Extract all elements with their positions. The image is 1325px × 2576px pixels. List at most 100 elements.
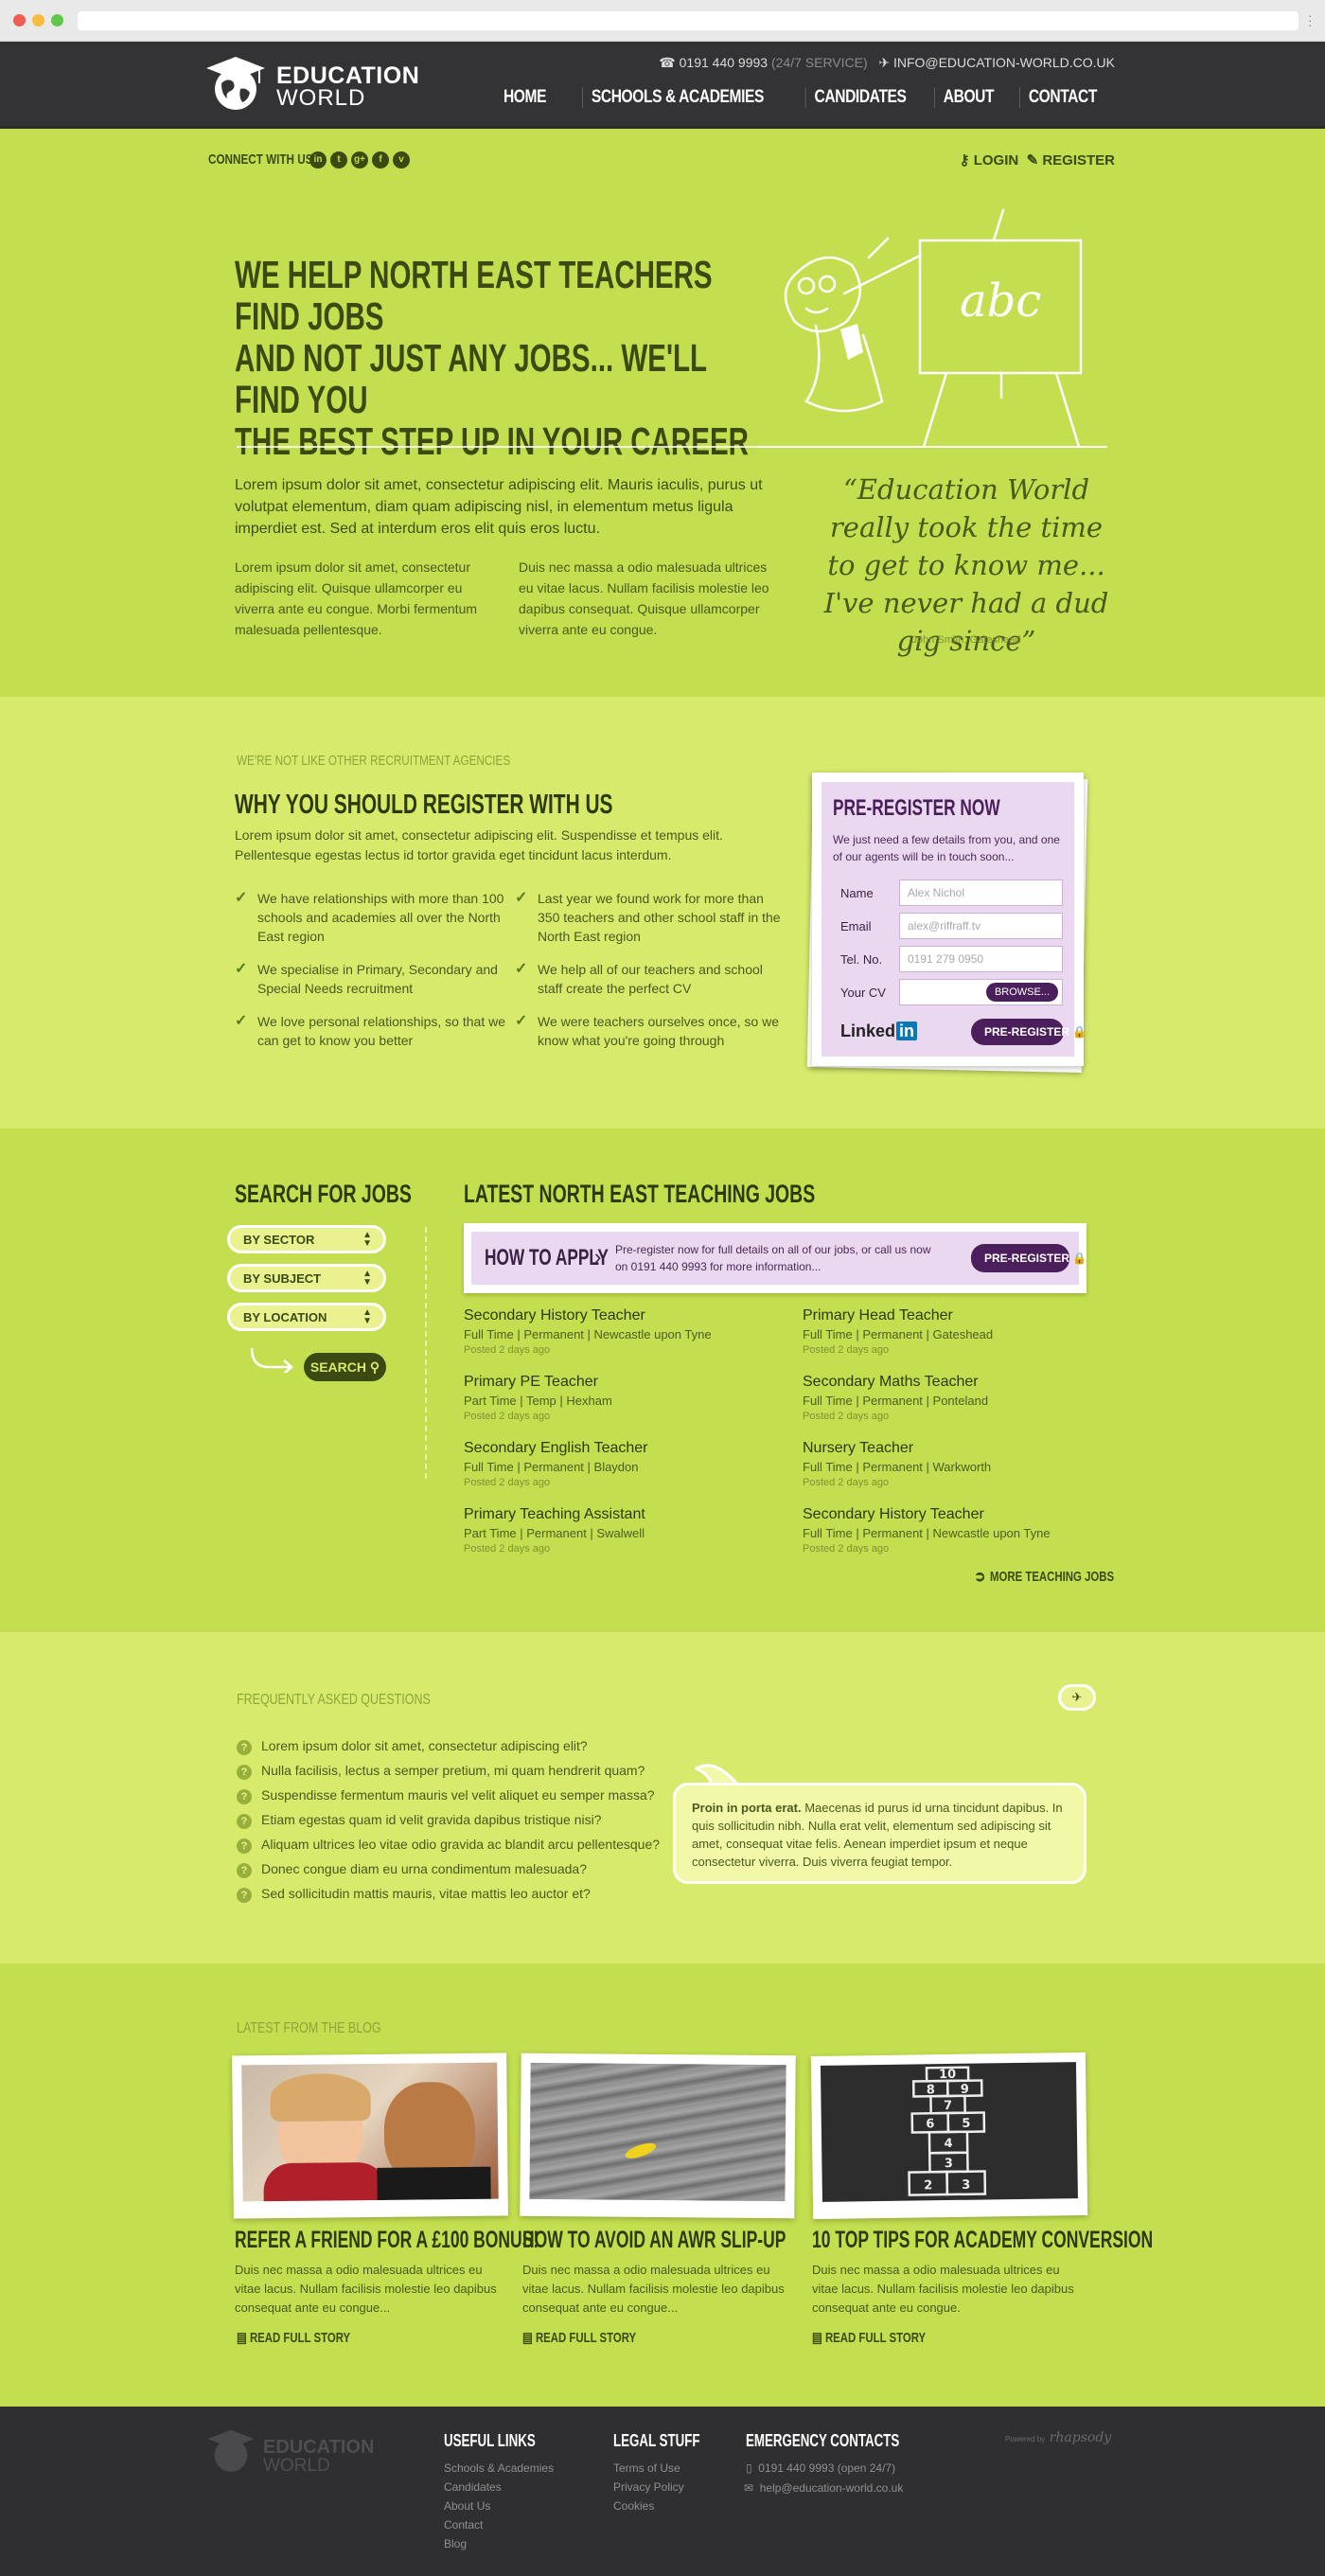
footer-link[interactable]: Terms of Use [613, 2461, 680, 2475]
job-title[interactable]: Primary Head Teacher [803, 1307, 1115, 1324]
job-listing[interactable]: Secondary History Teacher Full Time | Per… [464, 1307, 776, 1356]
footer-link[interactable]: Schools & Academies [444, 2461, 554, 2475]
emergency-email[interactable]: ✉ help@education-world.co.uk [744, 2481, 903, 2495]
job-meta: Full Time | Permanent | Blaydon [464, 1460, 639, 1474]
question-icon: ? [237, 1740, 252, 1755]
emergency-phone[interactable]: ▯ 0191 440 9993 (open 24/7) [746, 2461, 895, 2475]
cv-file-field[interactable]: BROWSE... [899, 979, 1063, 1005]
facebook-icon[interactable]: f [372, 151, 389, 169]
job-title[interactable]: Primary Teaching Assistant [464, 1506, 776, 1523]
name-field[interactable]: Alex Nichol [899, 879, 1063, 906]
sector-select[interactable]: BY SECTOR ▲ ▼ [227, 1225, 386, 1253]
nav-candidates[interactable]: CANDIDATES [804, 87, 915, 108]
vimeo-icon[interactable]: v [393, 151, 410, 169]
read-more-label: READ FULL STORY [824, 2330, 927, 2346]
linkedin-button[interactable]: Linked in [840, 1022, 918, 1041]
job-listing[interactable]: Secondary Maths Teacher Full Time | Perma… [803, 1374, 1115, 1422]
read-more-link[interactable]: ▤ READ FULL STORY [522, 2329, 636, 2346]
nav-about[interactable]: ABOUT [933, 87, 1002, 108]
job-meta: Full Time | Permanent | Newcastle upon T… [464, 1327, 712, 1341]
blog-post-title[interactable]: REFER A FRIEND FOR A £100 BONUS! [235, 2227, 539, 2254]
hero-divider [237, 446, 1107, 448]
jobs-divider [425, 1227, 427, 1479]
job-title[interactable]: Primary PE Teacher [464, 1374, 776, 1391]
job-listing[interactable]: Primary Teaching Assistant Part Time | Pe… [464, 1506, 776, 1554]
footer-link[interactable]: Candidates [444, 2480, 502, 2494]
linkedin-icon[interactable]: in [309, 151, 327, 169]
nav-contact[interactable]: CONTACT [1019, 87, 1105, 108]
browser-menu-icon[interactable]: · · · [1308, 9, 1313, 31]
envelope-icon: ✉ [744, 2481, 754, 2495]
faq-question[interactable]: ? Nulla facilisis, lectus a semper pretiu… [237, 1763, 645, 1780]
job-title[interactable]: Secondary History Teacher [464, 1307, 776, 1324]
preregister-title: PRE-REGISTER NOW [833, 795, 1000, 821]
job-listing[interactable]: Primary Head Teacher Full Time | Permanen… [803, 1307, 1115, 1356]
tel-field[interactable]: 0191 279 0950 [899, 946, 1063, 972]
blog-post-excerpt: Duis nec massa a odio malesuada ultrices… [235, 2263, 497, 2315]
footer-link[interactable]: Blog [444, 2537, 467, 2550]
faq-question[interactable]: ? Donec congue diam eu urna condimentum m… [237, 1861, 587, 1878]
header-email[interactable]: INFO@EDUCATION-WORLD.CO.UK [893, 55, 1115, 70]
twitter-icon[interactable]: t [330, 151, 347, 169]
faq-question[interactable]: ? Lorem ipsum dolor sit amet, consectetur… [237, 1738, 588, 1755]
globe-mortarboard-logo-icon[interactable] [204, 51, 267, 114]
benefit-item: ✓ We were teachers ourselves once, so we … [515, 1012, 786, 1050]
job-title[interactable]: Secondary History Teacher [803, 1506, 1115, 1523]
hopscotch-number: 3 [962, 2178, 970, 2193]
footer-link[interactable]: Privacy Policy [613, 2480, 684, 2494]
header-phone[interactable]: 0191 440 9993 [680, 55, 768, 70]
more-jobs-link[interactable]: ➲ MORE TEACHING JOBS [974, 1568, 1153, 1585]
browse-button[interactable]: BROWSE... [985, 983, 1058, 1002]
faq-question[interactable]: ? Suspendisse fermentum mauris vel velit … [237, 1787, 655, 1804]
close-dot-icon[interactable] [13, 14, 26, 27]
job-title[interactable]: Secondary Maths Teacher [803, 1374, 1115, 1391]
job-meta: Full Time | Permanent | Ponteland [803, 1394, 989, 1408]
read-more-link[interactable]: ▤ READ FULL STORY [237, 2329, 350, 2346]
location-select[interactable]: BY LOCATION ▲ ▼ [227, 1303, 386, 1331]
job-title[interactable]: Nursery Teacher [803, 1440, 1115, 1457]
header-phone-note: (24/7 SERVICE) [770, 55, 868, 70]
blog-photo-frame[interactable]: 10 8 9 7 6 5 4 3 2 3 [810, 2052, 1088, 2220]
minimize-dot-icon[interactable] [32, 14, 44, 27]
preregister-submit-button[interactable]: PRE-REGISTER 🔒 [971, 1019, 1086, 1045]
subject-select[interactable]: BY SUBJECT ▲ ▼ [227, 1264, 386, 1292]
footer-logo-icon[interactable] [206, 2425, 256, 2475]
footer-link[interactable]: Cookies [613, 2499, 654, 2513]
blog-photo-frame[interactable] [232, 2052, 508, 2219]
register-link[interactable]: REGISTER [1042, 152, 1115, 169]
faq-question[interactable]: ? Etiam egestas quam id velit gravida dap… [237, 1812, 602, 1829]
blog-post-title[interactable]: HOW TO AVOID AN AWR SLIP-UP [522, 2227, 786, 2254]
faq-send-button[interactable]: ✈ [1058, 1684, 1096, 1711]
apply-preregister-button[interactable]: PRE-REGISTER 🔒 [971, 1244, 1086, 1272]
read-more-link[interactable]: ▤ READ FULL STORY [812, 2329, 926, 2346]
nav-home[interactable]: HOME [495, 87, 555, 108]
email-field[interactable]: alex@riffraff.tv [899, 913, 1063, 939]
search-button[interactable]: SEARCH ⚲ [304, 1353, 386, 1381]
maximize-dot-icon[interactable] [51, 14, 63, 27]
powered-by[interactable]: Powered by rhapsody [1005, 2429, 1111, 2446]
arrow-circle-icon: ➲ [974, 1569, 986, 1585]
blog-post-title[interactable]: 10 TOP TIPS FOR ACADEMY CONVERSION [812, 2227, 1153, 2254]
footer-link[interactable]: Contact [444, 2518, 483, 2532]
googleplus-icon[interactable]: g+ [351, 151, 368, 169]
job-listing[interactable]: Secondary History Teacher Full Time | Per… [803, 1506, 1115, 1554]
lock-icon: 🔒 [1072, 1252, 1087, 1265]
benefit-item: ✓ We specialise in Primary, Secondary and… [235, 960, 505, 998]
job-listing[interactable]: Nursery Teacher Full Time | Permanent | W… [803, 1440, 1115, 1488]
preregister-text: We just need a few details from you, and… [833, 833, 1060, 863]
blog-photo-frame[interactable] [520, 2052, 796, 2219]
job-listing[interactable]: Primary PE Teacher Part Time | Temp | Hex… [464, 1374, 776, 1422]
login-link[interactable]: LOGIN [974, 152, 1019, 169]
faq-question[interactable]: ? Aliquam ultrices leo vitae odio gravida… [237, 1837, 660, 1854]
job-listing[interactable]: Secondary English Teacher Full Time | Per… [464, 1440, 776, 1488]
location-select-label: BY LOCATION [243, 1310, 327, 1324]
emergency-phone-text: 0191 440 9993 (open 24/7) [758, 2461, 896, 2475]
address-bar[interactable] [78, 11, 1298, 30]
job-meta: Full Time | Permanent | Gateshead [803, 1327, 994, 1341]
nav-schools-academies[interactable]: SCHOOLS & ACADEMIES [581, 87, 772, 108]
benefit-text: We specialise in Primary, Secondary and … [257, 962, 498, 996]
faq-question[interactable]: ? Sed sollicitudin mattis mauris, vitae m… [237, 1886, 591, 1903]
footer-link[interactable]: About Us [444, 2499, 490, 2513]
job-title[interactable]: Secondary English Teacher [464, 1440, 776, 1457]
hopscotch-number: 8 [927, 2083, 935, 2097]
